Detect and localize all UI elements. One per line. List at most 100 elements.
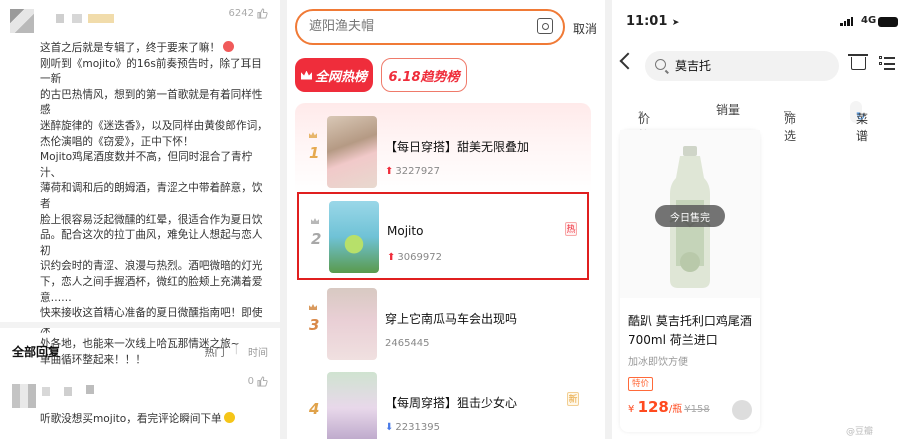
search-input[interactable] bbox=[309, 19, 509, 34]
reply-text: 听歌没想买mojito，看完评论瞬间下单 bbox=[40, 411, 235, 426]
arrow-down-icon: ⬇ bbox=[385, 422, 394, 433]
reply-like-button[interactable]: 0 bbox=[248, 376, 268, 387]
tab-hot-list[interactable]: 全网热榜 bbox=[295, 58, 373, 92]
search-input[interactable] bbox=[675, 58, 825, 72]
price: ¥ 128/瓶 ¥158 bbox=[628, 398, 710, 416]
like-button[interactable]: 6242 bbox=[229, 8, 268, 19]
username bbox=[72, 14, 82, 23]
sort-arrows-icon: ⇅ bbox=[638, 110, 645, 119]
filter-sales[interactable]: 销量 bbox=[716, 101, 740, 118]
list-item[interactable]: 3 穿上它南瓜马车会出现吗 2465445 bbox=[297, 282, 589, 366]
comment-line: 迷醉旋律的《迷迭香》，以及同样由黄俊郎作词， bbox=[40, 119, 268, 132]
ranking-panel: 取消 全网热榜 6.18趋势榜 1 【每日穿搭】甜美无限叠加 ⬆3227927 … bbox=[287, 0, 605, 439]
comment-line: 意…… bbox=[40, 291, 72, 304]
divider: | bbox=[234, 344, 238, 355]
comment-line: 品。配合这次的拉丁曲风，难免让人想起与恋人初 bbox=[40, 229, 263, 257]
search-icon bbox=[655, 59, 666, 70]
sort-time-button[interactable]: 时间 bbox=[248, 344, 268, 359]
thumbnail bbox=[327, 116, 377, 188]
watermark: @豆瓣 bbox=[846, 427, 874, 437]
battery-icon bbox=[878, 17, 898, 27]
comment-line: 刚听到《mojito》的16s前奏预告时，除了耳目一新 bbox=[40, 57, 262, 86]
crown-icon bbox=[300, 70, 312, 80]
smile-emoji-icon bbox=[223, 41, 235, 52]
clock: 11:01 ➤ bbox=[626, 14, 680, 29]
item-title: Mojito bbox=[387, 224, 424, 238]
funnel-icon: ▽ bbox=[784, 110, 791, 120]
list-view-icon[interactable] bbox=[879, 55, 895, 71]
comment-line: 下，恋人之间手握酒杯，微红的脸颊上充满着爱 bbox=[40, 275, 263, 288]
back-icon[interactable] bbox=[619, 52, 637, 70]
original-price: ¥158 bbox=[684, 404, 710, 415]
username[interactable] bbox=[56, 14, 64, 23]
search-bar[interactable] bbox=[645, 51, 839, 81]
reply-username bbox=[64, 387, 72, 396]
list-item[interactable]: 1 【每日穿搭】甜美无限叠加 ⬆ 3227927 bbox=[297, 110, 589, 194]
rank-number: 3 bbox=[309, 316, 320, 334]
filter-bar: 价格 ⇅ 销量 筛选 ▽ ↻ 菜谱 bbox=[638, 101, 869, 143]
shop-panel: 11:01 ➤ 4G 价格 ⇅ 销量 筛选 ▽ ↻ 菜谱 bbox=[612, 0, 909, 439]
item-count: ⬆ 3069972 bbox=[387, 252, 442, 263]
tab-trend-list[interactable]: 6.18趋势榜 bbox=[381, 58, 467, 92]
rank-number: 1 bbox=[309, 144, 320, 162]
item-count: 2465445 bbox=[385, 338, 430, 349]
thumb-up-icon bbox=[257, 376, 268, 387]
comment-line: 杰伦演唱的《窃爱》，正中下怀！ bbox=[40, 135, 194, 148]
sort-options: 热门 | 时间 bbox=[205, 344, 268, 359]
divider bbox=[0, 322, 280, 328]
cancel-button[interactable]: 取消 bbox=[573, 20, 597, 37]
hot-badge: 热 bbox=[565, 222, 577, 236]
thumbnail bbox=[329, 201, 379, 273]
network-label: 4G bbox=[861, 15, 877, 26]
list-item[interactable]: 2 Mojito ⬆ 3069972 热 bbox=[297, 192, 589, 280]
panel-gap bbox=[605, 0, 612, 439]
signal-icon bbox=[840, 17, 853, 26]
comment-body: 这首之后就是专辑了，终于要来了嘛！ 刚听到《mojito》的16s前奏预告时，除… bbox=[40, 41, 272, 368]
sort-hot-button[interactable]: 热门 bbox=[205, 344, 225, 359]
reply-like-count: 0 bbox=[247, 376, 254, 387]
user-badge bbox=[88, 14, 114, 23]
comment-line: 脸上很容易泛起微醺的红晕，很适合作为夏日饮 bbox=[40, 213, 263, 226]
all-replies-heading: 全部回复 bbox=[12, 345, 61, 359]
add-to-cart-icon[interactable] bbox=[732, 400, 752, 420]
sold-out-badge: 今日售完 bbox=[655, 205, 725, 227]
crown-icon bbox=[311, 218, 319, 224]
item-title: 【每周穿搭】狙击少女心 bbox=[385, 396, 518, 410]
thumb-up-icon bbox=[257, 8, 268, 19]
product-card[interactable]: 今日售完 酷趴 莫吉托利口鸡尾酒700ml 荷兰进口 加冰即饮方便 特价 ¥ 1… bbox=[620, 130, 760, 432]
avatar[interactable] bbox=[10, 9, 34, 33]
item-count: ⬆ 3227927 bbox=[385, 166, 440, 177]
crown-icon bbox=[309, 132, 317, 138]
comment-line: 薄荷和调和后的朗姆酒，青涩之中带着醉意，饮者 bbox=[40, 182, 263, 210]
arrow-up-icon: ⬆ bbox=[385, 166, 394, 177]
item-title: 穿上它南瓜马车会出现吗 bbox=[385, 312, 518, 326]
reply-username bbox=[86, 385, 94, 394]
thumbnail bbox=[327, 372, 377, 439]
new-badge: 新 bbox=[567, 392, 579, 406]
comment-panel: 6242 这首之后就是专辑了，终于要来了嘛！ 刚听到《mojito》的16s前奏… bbox=[0, 0, 280, 439]
comment-line: 识约会时的青涩、浪漫与热烈。酒吧微暗的灯光 bbox=[40, 260, 263, 273]
like-count: 6242 bbox=[228, 8, 254, 19]
product-subtitle: 加冰即饮方便 bbox=[628, 357, 688, 368]
cart-icon[interactable] bbox=[848, 54, 868, 70]
crown-icon bbox=[309, 304, 317, 310]
laughing-emoji-icon bbox=[223, 412, 235, 423]
rank-number: 2 bbox=[311, 230, 322, 248]
item-count: ⬇ 2231395 bbox=[385, 422, 440, 433]
comment-line: 的古巴热情风，想到的第一首歌就是有着同样性感 bbox=[40, 88, 263, 117]
reply-username[interactable] bbox=[42, 387, 50, 396]
camera-icon[interactable] bbox=[537, 18, 553, 34]
comment-line: Mojito鸡尾酒度数并不高，但同时混合了青柠汁、 bbox=[40, 151, 253, 179]
list-item[interactable]: 4 【每周穿搭】狙击少女心 ⬇ 2231395 新 bbox=[297, 366, 589, 439]
rank-number: 4 bbox=[309, 400, 320, 418]
panel-gap bbox=[280, 0, 287, 439]
search-bar[interactable] bbox=[295, 9, 565, 45]
special-price-badge: 特价 bbox=[628, 377, 654, 391]
status-bar: 11:01 ➤ 4G bbox=[612, 0, 909, 40]
arrow-up-icon: ⬆ bbox=[387, 252, 396, 263]
reply-avatar[interactable] bbox=[12, 384, 36, 408]
product-name: 酷趴 莫吉托利口鸡尾酒700ml 荷兰进口 bbox=[628, 314, 752, 347]
comment-line: 这首之后就是专辑了，终于要来了嘛！ bbox=[40, 41, 272, 57]
recipe-chip[interactable]: ↻ 菜谱 bbox=[850, 101, 868, 143]
tab-hot-label: 全网热榜 bbox=[314, 69, 367, 85]
